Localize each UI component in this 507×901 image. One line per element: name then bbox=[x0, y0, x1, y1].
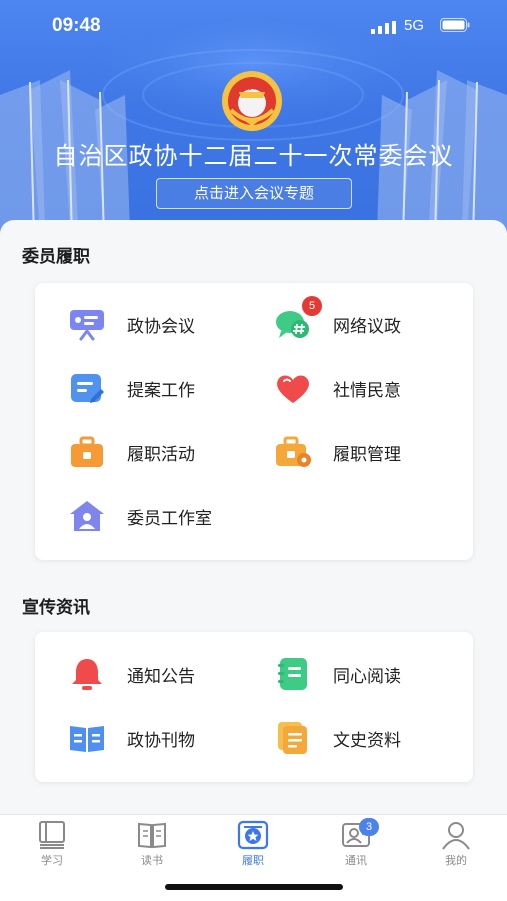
duty-card: 政协会议 5 网络议政 提案工作 社情民意 履职活动 履职管理 委员工作室 bbox=[35, 283, 473, 560]
tab-study[interactable]: 学习 bbox=[22, 819, 82, 871]
duty-item-public-opinion[interactable]: 社情民意 bbox=[275, 368, 475, 408]
tab-duty[interactable]: 履职 bbox=[223, 819, 283, 871]
status-time: 09:48 bbox=[52, 15, 101, 36]
tab-label: 学习 bbox=[41, 854, 63, 867]
briefcase-settings-icon bbox=[276, 436, 311, 467]
news-item-notices[interactable]: 通知公告 bbox=[69, 654, 269, 694]
duty-item-member-studio[interactable]: 委员工作室 bbox=[69, 496, 269, 536]
svg-text:1949: 1949 bbox=[244, 85, 260, 92]
tab-mine[interactable]: 我的 bbox=[426, 819, 486, 871]
heart-icon bbox=[277, 375, 309, 403]
duty-item-cppcc-meeting[interactable]: 政协会议 bbox=[69, 304, 269, 344]
briefcase-icon bbox=[71, 436, 103, 467]
duty-item-proposal-work[interactable]: 提案工作 bbox=[69, 368, 269, 408]
news-item-publications[interactable]: 政协刊物 bbox=[69, 718, 269, 758]
contacts-badge: 3 bbox=[359, 818, 379, 836]
bell-icon bbox=[72, 659, 102, 690]
duty-item-duty-management[interactable]: 履职管理 bbox=[275, 432, 475, 472]
duty-item-online-deliberation[interactable]: 5 网络议政 bbox=[275, 296, 475, 344]
tab-label: 履职 bbox=[242, 854, 264, 867]
news-section-title: 宣传资讯 bbox=[22, 598, 90, 618]
home-indicator bbox=[165, 884, 343, 890]
status-bar: 09:48 5G bbox=[0, 0, 507, 52]
duty-section-title: 委员履职 bbox=[22, 247, 90, 267]
signal-icon bbox=[371, 21, 396, 34]
cppcc-emblem-icon: 1949 bbox=[222, 71, 282, 131]
open-book-icon bbox=[70, 726, 104, 752]
news-item-label: 政协刊物 bbox=[127, 731, 195, 751]
book-stack-icon bbox=[39, 821, 65, 849]
duty-item-label: 履职活动 bbox=[127, 445, 195, 465]
news-card: 通知公告 同心阅读 政协刊物 文史资料 bbox=[35, 632, 473, 782]
open-book-outline-icon bbox=[138, 822, 166, 849]
duty-item-label: 委员工作室 bbox=[127, 509, 212, 529]
tab-reading[interactable]: 读书 bbox=[122, 819, 182, 871]
badge-star-icon bbox=[237, 820, 269, 850]
news-item-label: 文史资料 bbox=[333, 731, 401, 751]
banner-title: 自治区政协十二届二十一次常委会议 bbox=[53, 142, 454, 170]
news-item-label: 通知公告 bbox=[127, 667, 195, 687]
tab-contacts[interactable]: 3 通讯 bbox=[326, 818, 386, 871]
house-person-icon bbox=[70, 501, 104, 531]
meeting-screen-icon bbox=[70, 310, 104, 341]
duty-item-duty-activities[interactable]: 履职活动 bbox=[69, 432, 269, 472]
enter-meeting-topic-button[interactable]: 点击进入会议专题 bbox=[156, 178, 352, 209]
duty-item-label: 政协会议 bbox=[127, 317, 195, 337]
notebook-icon bbox=[278, 658, 307, 690]
person-icon bbox=[442, 822, 470, 850]
duty-item-label: 履职管理 bbox=[333, 445, 401, 465]
duty-item-label: 网络议政 bbox=[333, 317, 401, 337]
duty-item-label: 社情民意 bbox=[333, 381, 401, 401]
battery-icon bbox=[440, 18, 470, 32]
network-type: 5G bbox=[404, 17, 425, 34]
tab-label: 我的 bbox=[445, 854, 467, 867]
news-item-historical-materials[interactable]: 文史资料 bbox=[275, 718, 475, 758]
tab-label: 读书 bbox=[141, 854, 163, 867]
main-content: 委员履职 政协会议 5 网络议政 提案工作 社情民意 履职活动 履职管理 委员工… bbox=[0, 220, 507, 814]
news-item-reading[interactable]: 同心阅读 bbox=[275, 654, 475, 694]
tab-label: 通讯 bbox=[345, 854, 367, 867]
stacked-docs-icon bbox=[278, 722, 307, 754]
duty-item-label: 提案工作 bbox=[127, 381, 195, 401]
news-item-label: 同心阅读 bbox=[333, 667, 401, 687]
online-deliberation-badge: 5 bbox=[302, 296, 322, 316]
document-edit-icon bbox=[71, 374, 104, 403]
